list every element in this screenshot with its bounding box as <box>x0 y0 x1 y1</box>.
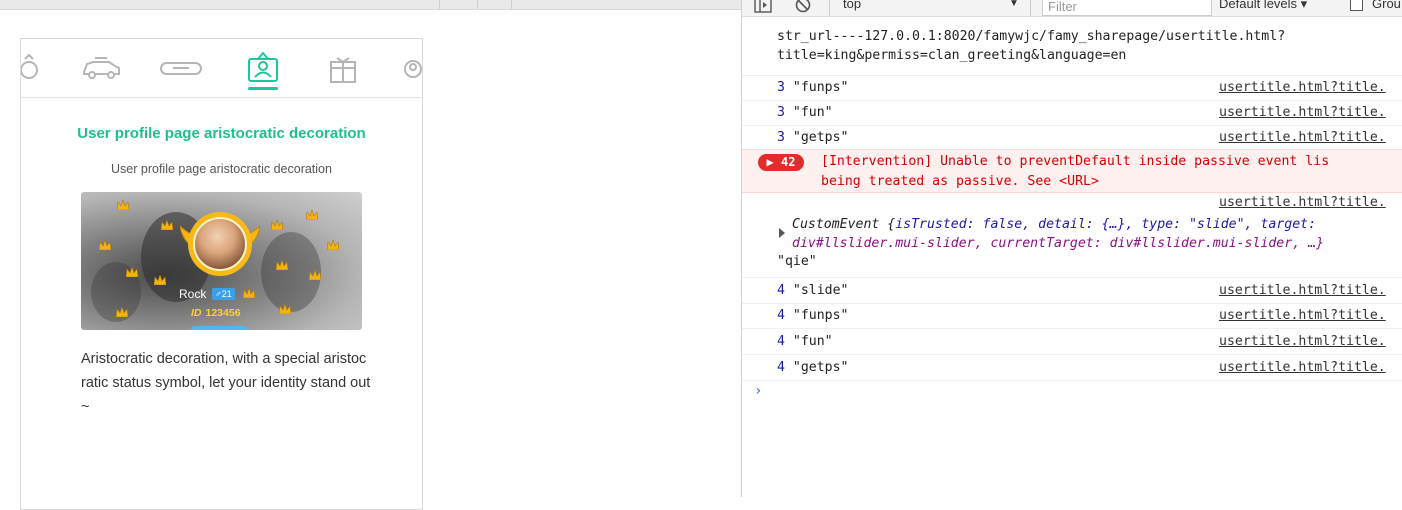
log-entry: 3 "funps" usertitle.html?title. <box>742 75 1402 101</box>
log-entry: "qie" <box>777 254 817 269</box>
source-link[interactable]: usertitle.html?title. <box>1219 80 1386 95</box>
log-entry: 3 "getps" usertitle.html?title. <box>742 125 1402 150</box>
source-link[interactable]: usertitle.html?title. <box>1219 195 1386 210</box>
console-log: str_url----127.0.0.1:8020/famywjc/famy_s… <box>742 17 1402 497</box>
console-prompt[interactable]: › <box>754 383 762 399</box>
sidebar-toggle-icon[interactable] <box>754 0 772 13</box>
source-link[interactable]: usertitle.html?title. <box>1219 308 1386 323</box>
crown-icon <box>116 307 128 317</box>
log-levels-dropdown[interactable]: Default levels ▾ <box>1219 0 1307 12</box>
gender-age-badge: ♂21 <box>212 288 235 300</box>
chevron-down-icon[interactable]: ▼ <box>1009 0 1019 9</box>
preview-follow-button <box>191 326 247 330</box>
section-title: User profile page aristocratic decoratio… <box>77 125 366 142</box>
log-entry: 4 "funps" usertitle.html?title. <box>742 302 1402 329</box>
ring-icon[interactable] <box>21 49 55 85</box>
crown-icon <box>279 304 291 314</box>
page-preview: User profile page aristocratic decoratio… <box>0 0 741 510</box>
mobile-viewport: User profile page aristocratic decoratio… <box>20 38 423 510</box>
error-count-badge[interactable]: ▶ 42 <box>758 154 804 171</box>
log-entry: 4 "slide" usertitle.html?title. <box>742 277 1402 304</box>
crown-icon <box>309 270 321 280</box>
active-tab-indicator <box>248 87 278 90</box>
crown-icon <box>161 220 173 230</box>
source-link[interactable]: usertitle.html?title. <box>1219 105 1386 120</box>
group-similar-label: Grou <box>1372 0 1401 11</box>
crown-icon <box>327 240 339 250</box>
section-subtitle: User profile page aristocratic decoratio… <box>111 162 332 176</box>
source-link[interactable]: usertitle.html?title. <box>1219 334 1386 349</box>
crown-icon <box>306 210 318 220</box>
crown-icon <box>154 275 166 285</box>
crown-icon <box>99 240 111 250</box>
crown-icon <box>126 267 138 277</box>
avatar <box>193 217 247 271</box>
decoration-description: Aristocratic decoration, with a special … <box>81 351 371 415</box>
crown-icon <box>243 288 255 298</box>
devtools-console-panel: top ▼ Filter Default levels ▾ Grou str_u… <box>741 0 1402 497</box>
error-entry: ▶ 42 [Intervention] Unable to preventDef… <box>742 149 1402 193</box>
log-entry: 4 "getps" usertitle.html?title. <box>742 354 1402 381</box>
log-entry: 4 "fun" usertitle.html?title. <box>742 328 1402 355</box>
source-link[interactable]: usertitle.html?title. <box>1219 130 1386 145</box>
group-similar-checkbox[interactable] <box>1350 0 1363 11</box>
event-object[interactable]: CustomEvent {isTrusted: false, detail: {… <box>792 215 1402 253</box>
car-icon[interactable] <box>79 49 123 85</box>
preview-user-name: Rock <box>179 287 207 301</box>
gift-icon[interactable] <box>321 49 365 85</box>
decoration-icon-bar <box>21 39 422 98</box>
badge-icon[interactable] <box>241 49 285 85</box>
decoration-preview-image: Rock ♂21 ID 123456 <box>81 192 362 330</box>
browser-tab-strip <box>0 0 741 10</box>
bubble-icon[interactable] <box>159 49 203 85</box>
avatar-frame-icon[interactable] <box>393 49 422 85</box>
source-link[interactable]: usertitle.html?title. <box>1219 283 1386 298</box>
clear-console-icon[interactable] <box>795 0 811 13</box>
source-link[interactable]: usertitle.html?title. <box>1219 360 1386 375</box>
log-entry: 3 "fun" usertitle.html?title. <box>742 100 1402 126</box>
console-toolbar: top ▼ Filter Default levels ▾ Grou <box>742 0 1402 17</box>
expand-arrow-icon[interactable] <box>779 228 785 238</box>
context-selector[interactable]: top <box>843 0 861 11</box>
crown-icon <box>117 200 129 210</box>
preview-user-id: ID 123456 <box>191 307 241 319</box>
log-entry: str_url----127.0.0.1:8020/famywjc/famy_s… <box>742 17 1402 76</box>
avatar-frame <box>180 206 260 282</box>
crown-icon <box>271 220 283 230</box>
crown-icon <box>276 260 288 270</box>
filter-input[interactable]: Filter <box>1042 0 1212 16</box>
